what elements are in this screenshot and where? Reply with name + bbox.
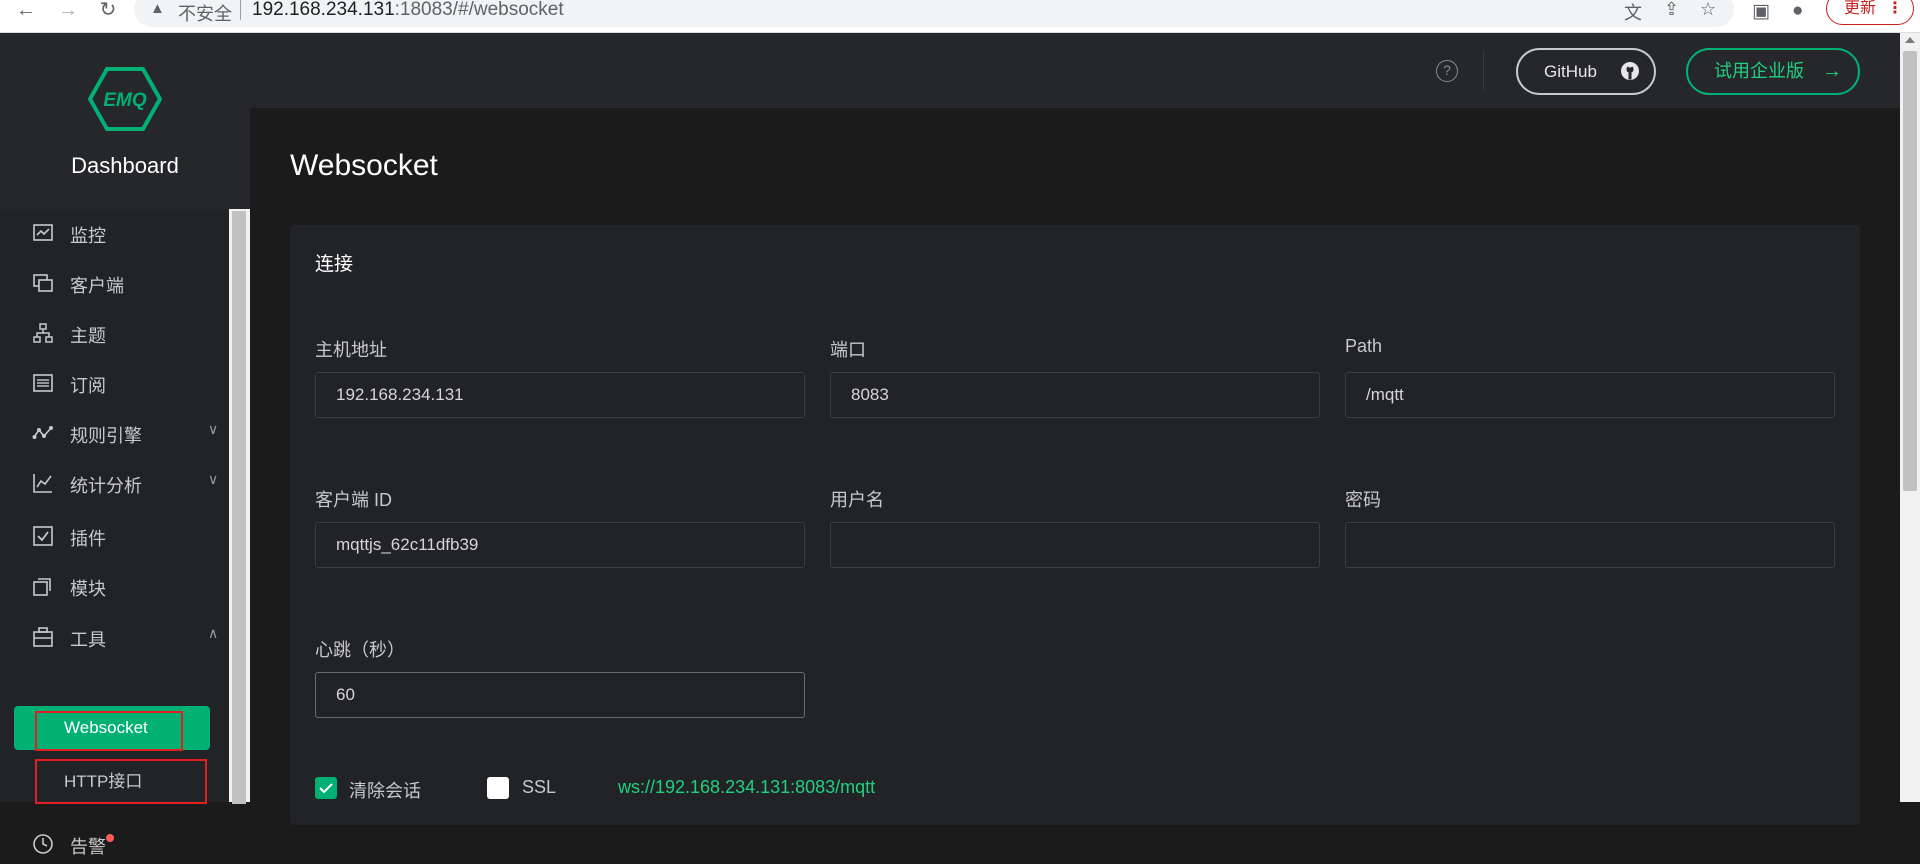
connection-card: 连接 主机地址 192.168.234.131 端口 8083 Path /mq… <box>290 225 1860 825</box>
menu-item-subscriptions[interactable]: 订阅 <box>0 363 230 403</box>
arrow-right-icon: → <box>1822 60 1842 82</box>
url-host: 192.168.234.131 <box>252 0 395 20</box>
menu-label: 模块 <box>70 579 106 599</box>
client-id-label: 客户端 ID <box>315 490 393 510</box>
menu-item-plugins[interactable]: 插件 <box>0 516 230 556</box>
back-button[interactable]: ← <box>12 0 40 22</box>
chevron-down-icon: ∨ <box>208 471 219 487</box>
port-label: 端口 <box>830 340 866 360</box>
help-icon[interactable]: ? <box>1436 60 1458 82</box>
url-text[interactable]: 192.168.234.131:18083/#/websocket <box>252 0 564 21</box>
github-label: GitHub <box>1544 62 1597 81</box>
github-icon <box>1621 62 1639 80</box>
share-icon[interactable]: ⇪ <box>1664 0 1679 20</box>
alarm-icon <box>33 834 53 854</box>
update-button[interactable]: 更新 ⋮ <box>1826 0 1914 25</box>
address-bar[interactable]: ▲ 不安全 192.168.234.131:18083/#/websocket … <box>134 0 1734 27</box>
page-title: Websocket <box>290 149 438 182</box>
top-header: ? GitHub 试用企业版 → <box>250 33 1900 108</box>
clean-session-label[interactable]: 清除会话 <box>349 777 421 803</box>
menu-item-monitor[interactable]: 监控 <box>0 213 230 253</box>
path-input[interactable]: /mqtt <box>1345 372 1835 418</box>
chevron-down-icon: ∨ <box>208 421 219 437</box>
main-content: Websocket 连接 主机地址 192.168.234.131 端口 808… <box>250 108 1900 825</box>
ssl-checkbox[interactable] <box>487 777 509 799</box>
omnibox-divider <box>240 0 241 20</box>
forward-button[interactable]: → <box>54 0 82 22</box>
scroll-up-icon[interactable] <box>1905 37 1915 43</box>
app-title: Dashboard <box>71 153 179 178</box>
header-divider <box>1483 51 1484 91</box>
menu-item-clients[interactable]: 客户端 <box>0 263 230 303</box>
menu-item-alarms[interactable]: 告警 <box>0 824 230 864</box>
path-label: Path <box>1345 336 1383 356</box>
github-button[interactable]: GitHub <box>1516 48 1656 95</box>
subscriptions-icon <box>33 374 53 392</box>
menu-label: 主题 <box>70 326 106 346</box>
reload-button[interactable]: ↻ <box>94 0 122 22</box>
check-icon <box>319 783 333 794</box>
host-input[interactable]: 192.168.234.131 <box>315 372 805 418</box>
notification-dot <box>106 834 114 842</box>
profile-icon[interactable]: ● <box>1792 0 1803 22</box>
sidebar: EMQ Dashboard 监控 客户端 主题 订阅 规则引擎 ∨ 统计分析 ∨… <box>0 33 250 857</box>
menu-label: 规则引擎 <box>70 426 142 446</box>
modules-icon <box>33 578 51 596</box>
ssl-label[interactable]: SSL <box>522 777 556 798</box>
menu-item-rule-engine[interactable]: 规则引擎 ∨ <box>0 413 230 453</box>
menu-label: 订阅 <box>70 376 106 396</box>
translate-icon[interactable]: 文 <box>1624 0 1642 25</box>
security-warning-label[interactable]: 不安全 <box>178 0 232 26</box>
port-input[interactable]: 8083 <box>830 372 1320 418</box>
menu-label: 监控 <box>70 226 106 246</box>
warning-icon[interactable]: ▲ <box>150 0 165 17</box>
extensions-icon[interactable]: ▣ <box>1752 0 1770 23</box>
rule-engine-icon <box>32 426 53 439</box>
bookmark-star-icon[interactable]: ☆ <box>1700 0 1716 20</box>
clients-icon <box>33 274 53 292</box>
chevron-up-icon: ∧ <box>208 625 219 641</box>
menu-item-tools[interactable]: 工具 ∧ <box>0 617 230 657</box>
monitor-icon <box>33 224 53 241</box>
tools-icon <box>33 627 53 647</box>
clean-session-checkbox[interactable] <box>315 777 337 799</box>
menu-label: 客户端 <box>70 276 124 296</box>
client-id-input[interactable]: mqttjs_62c11dfb39 <box>315 522 805 568</box>
enterprise-label: 试用企业版 <box>1714 61 1804 81</box>
websocket-url: ws://192.168.234.131:8083/mqtt <box>618 777 876 797</box>
menu-item-analysis[interactable]: 统计分析 ∨ <box>0 463 230 503</box>
highlight-box <box>35 759 207 804</box>
menu-item-topics[interactable]: 主题 <box>0 313 230 353</box>
keepalive-input[interactable]: 60 <box>315 672 805 718</box>
page-scrollbar[interactable] <box>1900 33 1920 802</box>
menu-label: 告警 <box>70 837 106 857</box>
svg-text:EMQ: EMQ <box>103 90 147 111</box>
update-label: 更新 <box>1844 0 1877 17</box>
menu-item-modules[interactable]: 模块 <box>0 566 230 606</box>
emq-logo[interactable]: EMQ <box>88 66 162 132</box>
browser-toolbar: ← → ↻ ▲ 不安全 192.168.234.131:18083/#/webs… <box>0 0 1920 33</box>
more-menu-icon[interactable]: ⋮ <box>1887 0 1903 24</box>
menu-label: 工具 <box>70 630 106 650</box>
password-input[interactable] <box>1345 522 1835 568</box>
plugins-icon <box>33 526 53 546</box>
host-label: 主机地址 <box>315 340 387 360</box>
topics-icon <box>33 323 53 343</box>
menu-label: 统计分析 <box>70 476 142 496</box>
password-label: 密码 <box>1345 490 1381 510</box>
analysis-icon <box>33 474 52 493</box>
page-scrollbar-thumb[interactable] <box>1903 51 1917 491</box>
try-enterprise-button[interactable]: 试用企业版 → <box>1686 48 1860 95</box>
card-title: 连接 <box>315 254 354 275</box>
highlight-box <box>35 711 183 751</box>
sidebar-scrollbar[interactable] <box>229 209 250 804</box>
keepalive-label: 心跳（秒） <box>315 640 405 660</box>
logo-area: EMQ Dashboard <box>0 33 250 209</box>
username-label: 用户名 <box>830 490 884 510</box>
username-input[interactable] <box>830 522 1320 568</box>
menu-label: 插件 <box>70 529 106 549</box>
sidebar-scrollbar-thumb[interactable] <box>232 211 246 804</box>
url-path: :18083/#/websocket <box>394 0 564 20</box>
